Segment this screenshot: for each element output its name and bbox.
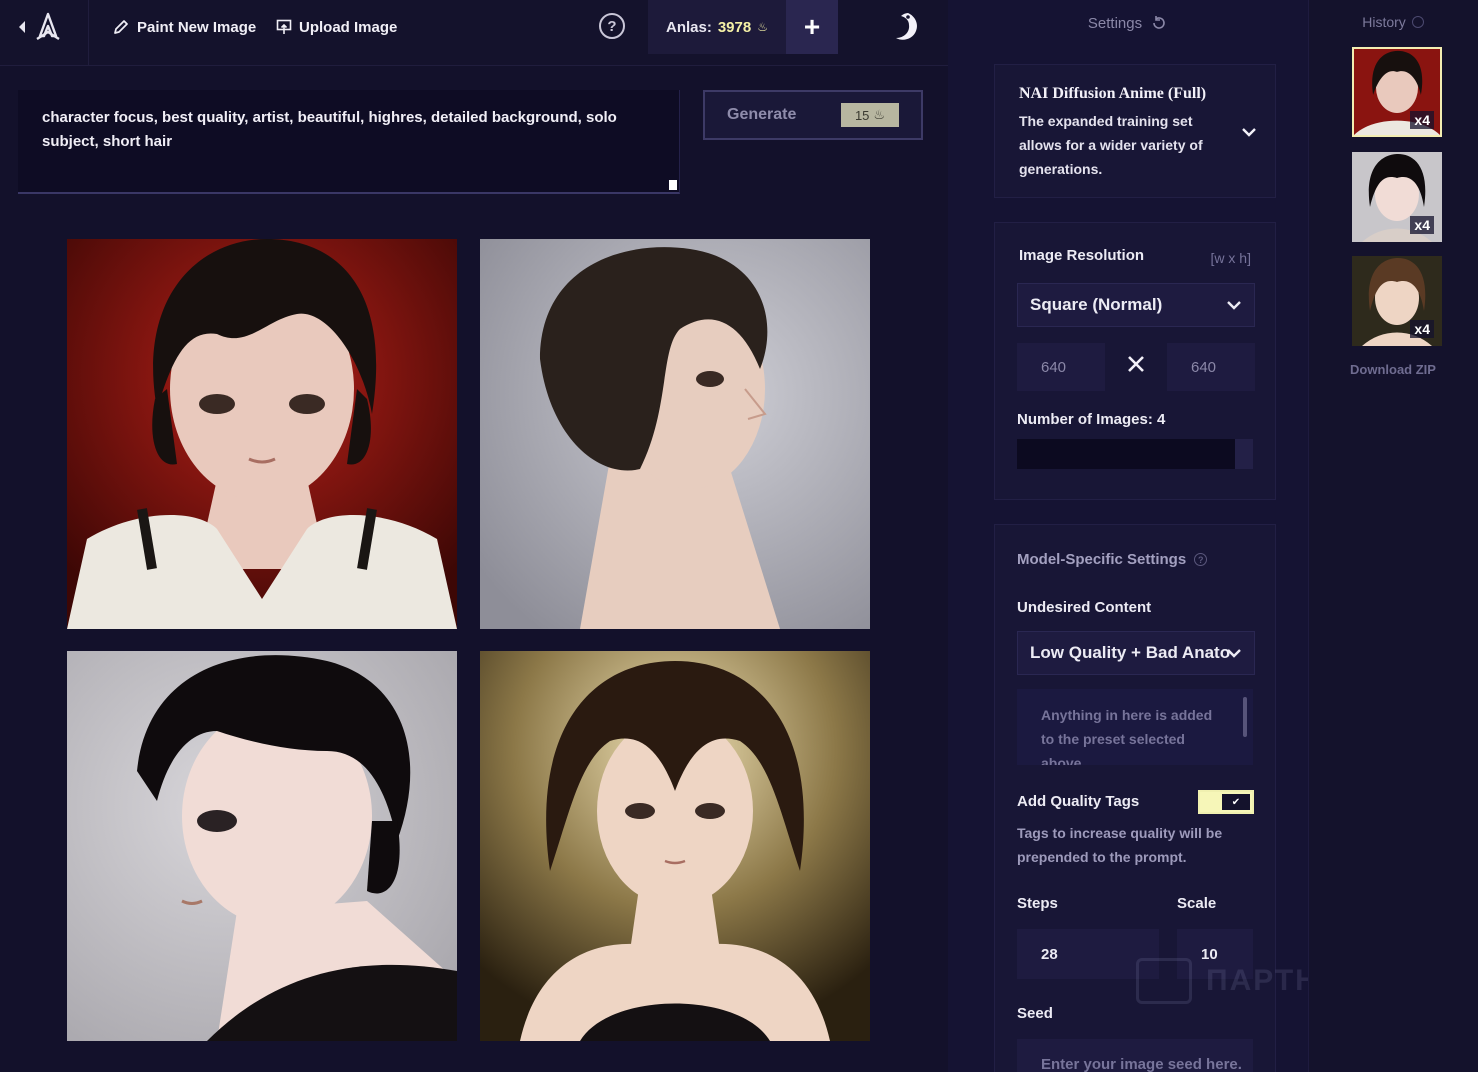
undesired-content-label: Undesired Content bbox=[1017, 599, 1152, 616]
generated-image-1[interactable] bbox=[67, 239, 457, 629]
back-arrow-icon[interactable] bbox=[14, 18, 30, 36]
checkmark-icon: ✔ bbox=[1222, 794, 1250, 810]
multiply-icon bbox=[1128, 356, 1144, 372]
add-quality-tags-toggle[interactable]: ✔ bbox=[1198, 790, 1254, 814]
upload-image-label: Upload Image bbox=[299, 18, 398, 36]
info-icon[interactable]: ? bbox=[1194, 553, 1208, 566]
model-name: NAI Diffusion Anime (Full) bbox=[1019, 85, 1207, 102]
history-thumbnail-1[interactable] bbox=[1352, 47, 1442, 137]
slider-handle[interactable] bbox=[1235, 439, 1253, 469]
model-specific-header: Model-Specific Settings ? bbox=[1017, 551, 1208, 568]
top-bar: Paint New Image Upload Image ? Anlas: 39… bbox=[0, 0, 948, 66]
undesired-content-select[interactable]: Low Quality + Bad Anato bbox=[1017, 631, 1255, 675]
height-input[interactable]: 640 bbox=[1167, 343, 1255, 391]
paint-new-image-button[interactable]: Paint New Image bbox=[112, 14, 256, 40]
help-icon[interactable]: ? bbox=[599, 13, 625, 39]
resolution-select[interactable]: Square (Normal) bbox=[1017, 283, 1255, 327]
watermark-logo-icon bbox=[1136, 958, 1192, 1004]
width-input[interactable]: 640 bbox=[1017, 343, 1105, 391]
resolution-card: Image Resolution [w x h] Square (Normal)… bbox=[994, 222, 1276, 500]
generated-image-3[interactable] bbox=[67, 651, 457, 1041]
undesired-content-value: Low Quality + Bad Anato bbox=[1030, 643, 1231, 662]
prompt-text: character focus, best quality, artist, b… bbox=[42, 109, 617, 150]
scale-label: Scale bbox=[1177, 895, 1217, 912]
chevron-down-icon bbox=[1227, 649, 1241, 658]
prompt-input[interactable]: character focus, best quality, artist, b… bbox=[18, 90, 680, 194]
number-of-images-label: Number of Images: 4 bbox=[1017, 411, 1165, 428]
generate-cost-value: 15 bbox=[854, 107, 870, 123]
help-glyph: ? bbox=[607, 17, 617, 35]
history-thumbnail-3[interactable] bbox=[1352, 256, 1442, 346]
model-selector[interactable]: NAI Diffusion Anime (Full) The expanded … bbox=[994, 64, 1276, 198]
resolution-value: Square (Normal) bbox=[1030, 295, 1163, 314]
generated-image-4[interactable] bbox=[480, 651, 870, 1041]
num-images-label-text: Number of Images: bbox=[1017, 411, 1153, 428]
undesired-content-input[interactable]: Anything in here is added to the preset … bbox=[1017, 689, 1253, 765]
generated-image-2[interactable] bbox=[480, 239, 870, 629]
seed-label: Seed bbox=[1017, 1005, 1053, 1022]
topbar-divider bbox=[88, 0, 89, 66]
settings-header: Settings bbox=[948, 14, 1308, 32]
novelai-logo-icon[interactable] bbox=[34, 12, 62, 42]
generate-label: Generate bbox=[727, 106, 797, 123]
resolution-hint: [w x h] bbox=[1210, 250, 1251, 266]
add-quality-tags-description: Tags to increase quality will be prepend… bbox=[1017, 825, 1223, 865]
chevron-down-icon bbox=[1227, 301, 1241, 310]
seed-input[interactable]: Enter your image seed here. bbox=[1017, 1039, 1253, 1072]
settings-title: Settings bbox=[1087, 14, 1143, 32]
generate-cost-badge: 15 ♨ bbox=[841, 103, 899, 127]
pencil-icon bbox=[114, 20, 128, 34]
anlas-value: 3978 bbox=[717, 18, 752, 36]
number-of-images-slider[interactable] bbox=[1017, 439, 1253, 469]
info-icon[interactable] bbox=[1411, 16, 1424, 28]
download-zip-link[interactable]: Download ZIP bbox=[1308, 362, 1478, 377]
history-header: History bbox=[1308, 14, 1478, 30]
undesired-content-placeholder: Anything in here is added to the preset … bbox=[1041, 707, 1213, 765]
theme-moon-icon[interactable] bbox=[888, 10, 922, 44]
num-images-value: 4 bbox=[1157, 411, 1166, 428]
anlas-cost-icon: ♨ bbox=[873, 107, 886, 122]
history-thumbnail-2[interactable] bbox=[1352, 152, 1442, 242]
model-specific-label: Model-Specific Settings bbox=[1017, 551, 1187, 568]
anlas-label: Anlas: bbox=[666, 18, 712, 36]
reset-settings-icon[interactable] bbox=[1150, 14, 1168, 32]
upload-icon bbox=[276, 19, 292, 34]
anlas-balance: Anlas: 3978 ♨ bbox=[648, 0, 786, 54]
scrollbar[interactable] bbox=[1243, 697, 1247, 737]
resize-handle[interactable] bbox=[669, 180, 677, 190]
generate-button[interactable]: Generate 15 ♨ bbox=[703, 90, 923, 140]
upload-image-button[interactable]: Upload Image bbox=[276, 14, 397, 40]
steps-label: Steps bbox=[1017, 895, 1058, 912]
add-quality-tags-label: Add Quality Tags bbox=[1017, 793, 1140, 810]
buy-anlas-button[interactable]: + bbox=[786, 0, 838, 54]
chevron-down-icon[interactable] bbox=[1241, 125, 1257, 139]
history-title: History bbox=[1362, 14, 1406, 30]
paint-new-image-label: Paint New Image bbox=[137, 18, 257, 36]
anlas-icon: ♨ bbox=[757, 20, 768, 34]
model-description: The expanded training set allows for a w… bbox=[1019, 113, 1203, 177]
